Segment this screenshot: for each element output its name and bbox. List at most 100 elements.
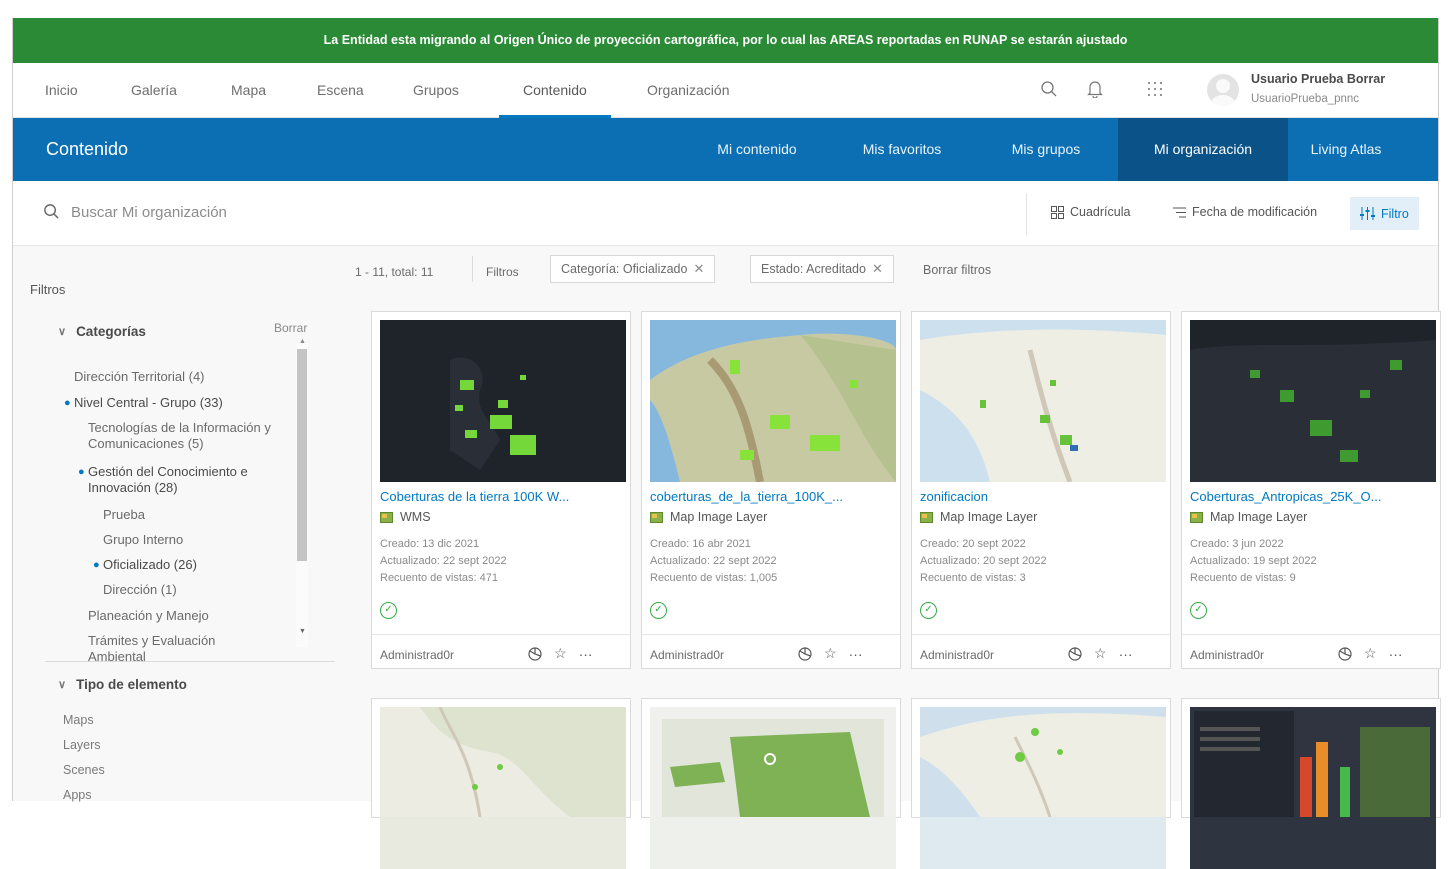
filter-label: Filtro — [1381, 206, 1409, 221]
tab-mi-organizacion[interactable]: Mi organización — [1118, 118, 1288, 181]
clear-categories-link[interactable]: Borrar — [274, 321, 307, 335]
category-gestion-conocimiento[interactable]: ● Gestión del Conocimiento e Innovación (2… — [78, 464, 248, 496]
type-scenes[interactable]: Scenes — [63, 763, 105, 777]
item-card[interactable] — [911, 698, 1171, 869]
item-views: Recuento de vistas: 1,005 — [650, 572, 778, 584]
item-title-link[interactable]: Coberturas de la tierra 100K W... — [380, 489, 620, 504]
item-thumbnail[interactable] — [1190, 707, 1436, 869]
more-options-icon[interactable]: ··· — [1389, 646, 1403, 662]
nav-organizacion[interactable]: Organización — [647, 63, 730, 118]
category-prueba[interactable]: Prueba — [103, 507, 145, 523]
close-icon[interactable]: ✕ — [872, 261, 883, 276]
tab-mis-grupos[interactable]: Mis grupos — [993, 118, 1099, 181]
item-title-link[interactable]: zonificacion — [920, 489, 1160, 504]
map-layer-icon — [380, 511, 393, 523]
user-name[interactable]: Usuario Prueba Borrar — [1251, 72, 1385, 86]
categories-title: Categorías — [76, 324, 146, 339]
category-label: Oficializado (26) — [103, 557, 197, 572]
item-title-link[interactable]: Coberturas_Antropicas_25K_O... — [1190, 489, 1430, 504]
favorite-star-icon[interactable]: ☆ — [1094, 645, 1107, 662]
scroll-up-icon[interactable]: ▲ — [299, 338, 306, 345]
item-owner[interactable]: Administrad0r — [1190, 648, 1264, 662]
chip-label: Categoría: Oficializado — [561, 262, 688, 276]
category-direccion-territorial[interactable]: Dirección Territorial (4) — [74, 369, 205, 385]
sort-label: Fecha de modificación — [1192, 205, 1318, 219]
element-type-section[interactable]: ∨ Tipo de elemento — [58, 677, 187, 692]
item-card[interactable]: zonificacion Map Image Layer Creado: 20 se… — [911, 311, 1171, 669]
close-icon[interactable]: ✕ — [693, 261, 704, 276]
bell-icon[interactable] — [1084, 78, 1106, 100]
more-options-icon[interactable]: ··· — [579, 646, 593, 662]
selected-dot-icon: ● — [64, 397, 71, 409]
share-globe-icon[interactable] — [1338, 646, 1352, 661]
category-planeacion[interactable]: Planeación y Manejo — [88, 608, 209, 624]
divider — [372, 634, 630, 635]
apps-grid-icon[interactable] — [1144, 78, 1166, 100]
category-nivel-central[interactable]: ● Nivel Central - Grupo (33) — [64, 395, 223, 411]
type-maps[interactable]: Maps — [63, 713, 94, 727]
item-type: Map Image Layer — [1190, 510, 1307, 524]
category-tramites[interactable]: Trámites y Evaluación Ambiental — [88, 633, 215, 661]
filter-chip-categoria[interactable]: Categoría: Oficializado ✕ — [550, 255, 716, 283]
nav-escena[interactable]: Escena — [317, 63, 364, 118]
share-globe-icon[interactable] — [1068, 646, 1082, 661]
filter-chip-estado[interactable]: Estado: Acreditado ✕ — [750, 255, 894, 283]
tab-mi-contenido[interactable]: Mi contenido — [693, 118, 821, 181]
sort-button[interactable]: Fecha de modificación — [1173, 205, 1317, 219]
item-thumbnail[interactable] — [380, 707, 626, 869]
nav-grupos[interactable]: Grupos — [413, 63, 459, 118]
filters-label: Filtros — [486, 265, 519, 279]
avatar[interactable] — [1207, 74, 1239, 106]
item-thumbnail[interactable] — [920, 707, 1166, 869]
more-options-icon[interactable]: ··· — [1119, 646, 1133, 662]
user-login: UsuarioPrueba_pnnc — [1251, 93, 1360, 105]
item-owner[interactable]: Administrad0r — [380, 648, 454, 662]
item-thumbnail[interactable] — [650, 320, 896, 482]
nav-inicio[interactable]: Inicio — [45, 63, 78, 118]
filter-button[interactable]: Filtro — [1350, 197, 1419, 230]
item-owner[interactable]: Administrad0r — [920, 648, 994, 662]
category-grupo-interno[interactable]: Grupo Interno — [103, 532, 183, 548]
scroll-down-icon[interactable]: ▼ — [299, 628, 306, 635]
item-title-link[interactable]: coberturas_de_la_tierra_100K_... — [650, 489, 890, 504]
category-label: Innovación (28) — [88, 480, 178, 495]
item-thumbnail[interactable] — [380, 320, 626, 482]
type-layers[interactable]: Layers — [63, 738, 101, 752]
tab-living-atlas[interactable]: Living Atlas — [1296, 118, 1396, 181]
item-card[interactable] — [371, 698, 631, 869]
search-input[interactable]: Buscar Mi organización — [71, 204, 227, 221]
item-card[interactable]: Coberturas_Antropicas_25K_O... Map Image … — [1181, 311, 1441, 669]
search-icon[interactable] — [1038, 78, 1060, 100]
map-layer-icon — [650, 511, 663, 523]
clear-filters-link[interactable]: Borrar filtros — [923, 263, 991, 277]
favorite-star-icon[interactable]: ☆ — [554, 645, 567, 662]
type-apps[interactable]: Apps — [63, 788, 92, 802]
item-thumbnail[interactable] — [920, 320, 1166, 482]
item-thumbnail[interactable] — [650, 707, 896, 869]
grid-view-button[interactable]: Cuadrícula — [1051, 205, 1130, 219]
category-direccion[interactable]: Dirección (1) — [103, 582, 177, 598]
nav-contenido[interactable]: Contenido — [499, 63, 611, 118]
item-card[interactable] — [641, 698, 901, 869]
item-updated: Actualizado: 22 sept 2022 — [650, 555, 777, 567]
nav-mapa[interactable]: Mapa — [231, 63, 266, 118]
item-card[interactable]: coberturas_de_la_tierra_100K_... Map Imag… — [641, 311, 901, 669]
scrollbar-thumb[interactable] — [297, 349, 307, 561]
item-card[interactable]: Coberturas de la tierra 100K W... WMS Crea… — [371, 311, 631, 669]
category-tecnologias[interactable]: Tecnologías de la Información y Comunicac… — [88, 420, 271, 452]
divider — [642, 634, 900, 635]
favorite-star-icon[interactable]: ☆ — [824, 645, 837, 662]
tab-mis-favoritos[interactable]: Mis favoritos — [847, 118, 957, 181]
item-owner[interactable]: Administrad0r — [650, 648, 724, 662]
item-thumbnail[interactable] — [1190, 320, 1436, 482]
more-options-icon[interactable]: ··· — [849, 646, 863, 662]
filter-icon — [1360, 207, 1375, 220]
share-globe-icon[interactable] — [528, 646, 542, 661]
element-type-title: Tipo de elemento — [76, 677, 187, 692]
share-globe-icon[interactable] — [798, 646, 812, 661]
item-card[interactable] — [1181, 698, 1441, 869]
nav-galeria[interactable]: Galería — [131, 63, 177, 118]
favorite-star-icon[interactable]: ☆ — [1364, 645, 1377, 662]
category-oficializado[interactable]: ● Oficializado (26) — [93, 557, 197, 573]
categories-section[interactable]: ∨ Categorías — [58, 324, 146, 339]
